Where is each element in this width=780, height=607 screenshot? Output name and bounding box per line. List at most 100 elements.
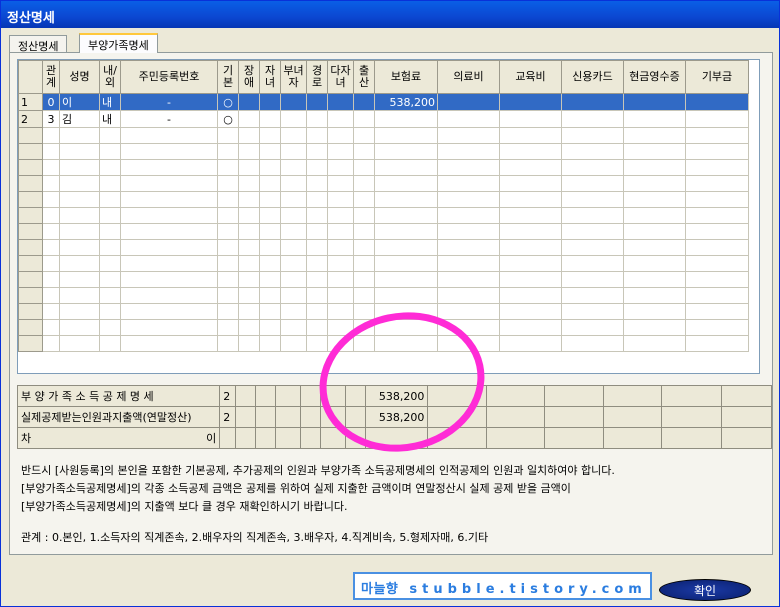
empty-cell[interactable] — [353, 175, 375, 192]
empty-cell[interactable] — [327, 191, 354, 208]
empty-cell[interactable] — [238, 159, 260, 176]
empty-cell[interactable] — [353, 335, 375, 352]
empty-cell[interactable] — [99, 271, 121, 288]
empty-row[interactable] — [18, 223, 749, 240]
empty-cell[interactable] — [238, 127, 260, 144]
empty-cell[interactable] — [374, 223, 438, 240]
empty-cell[interactable] — [327, 271, 354, 288]
empty-cell[interactable] — [217, 175, 239, 192]
empty-cell[interactable] — [306, 335, 328, 352]
empty-cell[interactable] — [374, 287, 438, 304]
col-header-relation[interactable]: 관계 — [42, 60, 60, 94]
empty-cell[interactable] — [59, 143, 100, 160]
cell-credit-card[interactable] — [561, 110, 624, 128]
empty-cell[interactable] — [238, 335, 260, 352]
empty-cell[interactable] — [99, 143, 121, 160]
empty-cell[interactable] — [42, 175, 60, 192]
col-header-nationality[interactable]: 내/외 — [99, 60, 121, 94]
empty-cell[interactable] — [280, 239, 307, 256]
empty-cell[interactable] — [238, 175, 260, 192]
cell-relation[interactable]: 3 — [42, 110, 60, 128]
empty-cell[interactable] — [499, 223, 562, 240]
empty-cell[interactable] — [561, 207, 624, 224]
empty-cell[interactable] — [685, 127, 749, 144]
empty-row[interactable] — [18, 159, 749, 176]
empty-cell[interactable] — [42, 255, 60, 272]
empty-cell[interactable] — [327, 239, 354, 256]
empty-cell[interactable] — [217, 319, 239, 336]
empty-cell[interactable] — [561, 143, 624, 160]
col-header-insurance[interactable]: 보험료 — [374, 60, 438, 94]
empty-cell[interactable] — [217, 335, 239, 352]
empty-cell[interactable] — [280, 159, 307, 176]
empty-cell[interactable] — [259, 207, 281, 224]
empty-cell[interactable] — [306, 207, 328, 224]
empty-cell[interactable] — [561, 175, 624, 192]
cell-disabled[interactable] — [238, 110, 260, 128]
empty-cell[interactable] — [306, 223, 328, 240]
empty-cell[interactable] — [59, 127, 100, 144]
empty-cell[interactable] — [437, 159, 500, 176]
empty-cell[interactable] — [99, 319, 121, 336]
empty-row[interactable] — [18, 143, 749, 160]
empty-cell[interactable] — [259, 175, 281, 192]
cell-name[interactable]: 이 — [59, 93, 100, 111]
empty-cell[interactable] — [59, 335, 100, 352]
empty-cell[interactable] — [327, 303, 354, 320]
empty-cell[interactable] — [353, 127, 375, 144]
empty-cell[interactable] — [685, 175, 749, 192]
col-header-disabled[interactable]: 장애 — [238, 60, 260, 94]
empty-cell[interactable] — [353, 271, 375, 288]
empty-cell[interactable] — [374, 159, 438, 176]
col-header-donation[interactable]: 기부금 — [685, 60, 749, 94]
empty-cell[interactable] — [374, 319, 438, 336]
empty-cell[interactable] — [499, 335, 562, 352]
cell-elderly[interactable] — [306, 93, 328, 111]
empty-cell[interactable] — [437, 143, 500, 160]
empty-cell[interactable] — [561, 303, 624, 320]
empty-cell[interactable] — [685, 303, 749, 320]
empty-cell[interactable] — [327, 127, 354, 144]
empty-cell[interactable] — [685, 143, 749, 160]
empty-cell[interactable] — [685, 335, 749, 352]
empty-cell[interactable] — [353, 319, 375, 336]
empty-cell[interactable] — [499, 207, 562, 224]
col-header-multichild[interactable]: 다자녀 — [327, 60, 354, 94]
empty-cell[interactable] — [259, 303, 281, 320]
empty-cell[interactable] — [437, 255, 500, 272]
cell-nationality[interactable]: 내 — [99, 93, 121, 111]
empty-cell[interactable] — [561, 255, 624, 272]
cell-insurance[interactable]: 538,200 — [374, 93, 438, 111]
empty-cell[interactable] — [623, 127, 686, 144]
empty-cell[interactable] — [437, 335, 500, 352]
empty-cell[interactable] — [685, 159, 749, 176]
empty-cell[interactable] — [280, 143, 307, 160]
empty-cell[interactable] — [99, 207, 121, 224]
empty-cell[interactable] — [42, 287, 60, 304]
empty-cell[interactable] — [437, 175, 500, 192]
empty-cell[interactable] — [120, 271, 218, 288]
empty-cell[interactable] — [238, 143, 260, 160]
empty-cell[interactable] — [353, 159, 375, 176]
cell-child[interactable] — [259, 93, 281, 111]
cell-cash-receipt[interactable] — [623, 110, 686, 128]
empty-cell[interactable] — [374, 271, 438, 288]
empty-cell[interactable] — [327, 143, 354, 160]
cell-basic[interactable]: ○ — [217, 93, 239, 111]
empty-cell[interactable] — [353, 303, 375, 320]
empty-cell[interactable] — [42, 223, 60, 240]
tab-dependents[interactable]: 부양가족명세 — [79, 33, 158, 53]
empty-cell[interactable] — [217, 127, 239, 144]
empty-cell[interactable] — [327, 335, 354, 352]
empty-cell[interactable] — [280, 191, 307, 208]
cell-education[interactable] — [499, 93, 562, 111]
empty-cell[interactable] — [120, 143, 218, 160]
empty-cell[interactable] — [306, 127, 328, 144]
empty-cell[interactable] — [623, 207, 686, 224]
empty-cell[interactable] — [623, 175, 686, 192]
empty-cell[interactable] — [217, 159, 239, 176]
empty-cell[interactable] — [623, 159, 686, 176]
empty-cell[interactable] — [437, 239, 500, 256]
cell-elderly[interactable] — [306, 110, 328, 128]
empty-cell[interactable] — [99, 223, 121, 240]
